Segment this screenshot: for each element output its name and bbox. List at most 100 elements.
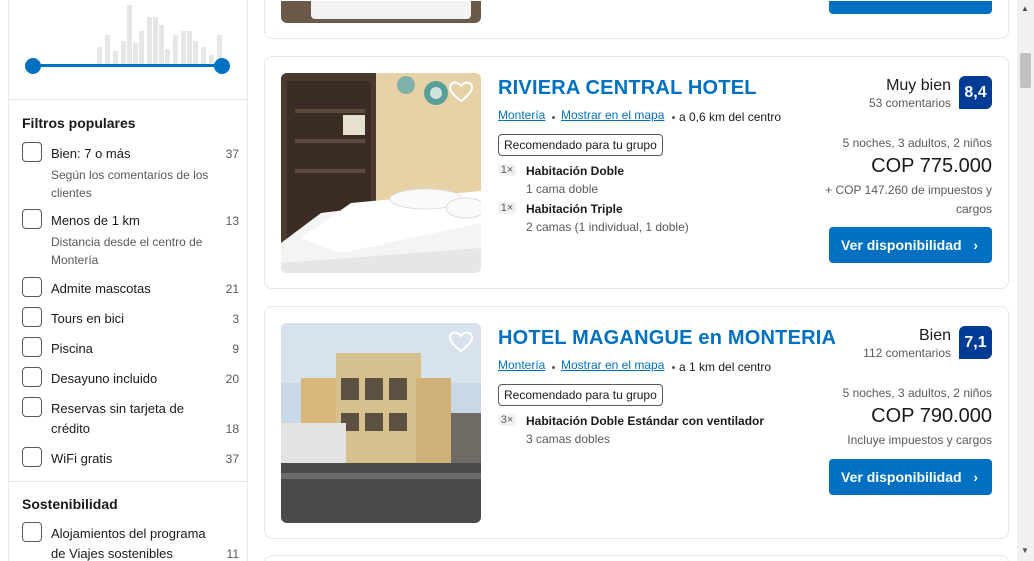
filter-label-line2: de Viajes sostenibles (51, 546, 173, 561)
review-score-word: Muy bien (886, 77, 951, 94)
filter-count: 13 (225, 214, 239, 228)
checkbox-icon[interactable] (22, 447, 42, 467)
room-beds: 3 camas dobles (526, 432, 611, 446)
checkbox-icon[interactable] (22, 307, 42, 327)
separator-dot (552, 366, 555, 369)
taxes-text: + COP 147.260 de impuestos y cargos (825, 183, 992, 216)
review-score-badge[interactable]: 8,4 (959, 76, 992, 109)
hotel-photo[interactable] (281, 323, 481, 523)
availability-button-label: Ver disponibilidad (841, 469, 962, 485)
scroll-thumb[interactable] (1020, 53, 1031, 88)
price-range-max-handle[interactable] (214, 58, 230, 74)
filter-description: Distancia desde el centro de Montería (51, 235, 203, 267)
room-quantity: 3× (498, 414, 516, 426)
room-name: Habitación Doble Estándar con ventilador (526, 414, 765, 428)
hotel-card-previous (264, 0, 1009, 39)
filter-count: 21 (225, 282, 239, 296)
show-on-map-link[interactable]: Mostrar en el mapa (561, 358, 664, 372)
hotel-photo[interactable] (281, 73, 481, 273)
availability-button[interactable] (829, 1, 992, 14)
checkbox-icon[interactable] (22, 522, 42, 542)
filter-count: 37 (225, 452, 239, 466)
hotel-card: RIVIERA CENTRAL HOTEL Montería Mostrar e… (264, 56, 1009, 289)
review-count: 112 comentarios (863, 346, 951, 360)
show-on-map-link[interactable]: Mostrar en el mapa (561, 108, 664, 122)
separator-dot (672, 366, 675, 369)
filter-less-than-1km[interactable]: Menos de 1 km Distancia desde el centro … (22, 209, 240, 267)
filter-count: 3 (232, 312, 239, 326)
hotel-name-link[interactable]: HOTEL MAGANGUE en MONTERIA (498, 327, 836, 350)
filters-sidebar: Filtros populares Bien: 7 o más Según lo… (8, 0, 248, 561)
recommended-badge: Recomendado para tu grupo (498, 384, 663, 406)
recommended-badge: Recomendado para tu grupo (498, 134, 663, 156)
filter-pets[interactable]: Admite mascotas 21 (22, 277, 240, 299)
filter-wifi[interactable]: WiFi gratis 37 (22, 447, 240, 469)
price-histogram (89, 5, 229, 65)
availability-button-label: Ver disponibilidad (841, 237, 962, 253)
filter-count: 11 (226, 547, 239, 561)
distance-text: a 0,6 km del centro (679, 110, 782, 124)
popular-filters-title: Filtros populares (22, 115, 136, 131)
sustainability-title: Sostenibilidad (22, 496, 118, 512)
price-range-min-handle[interactable] (25, 58, 41, 74)
divider (9, 99, 247, 100)
availability-button[interactable]: Ver disponibilidad › (829, 227, 992, 263)
separator-dot (552, 116, 555, 119)
heart-icon[interactable] (448, 79, 474, 105)
filter-label: Menos de 1 km (51, 213, 140, 228)
room-beds: 1 cama doble (526, 182, 599, 196)
room-quantity: 1× (498, 164, 516, 176)
review-score-badge[interactable]: 7,1 (959, 326, 992, 359)
room-name: Habitación Doble (526, 164, 625, 178)
scrollbar[interactable]: ▲ ▼ (1017, 0, 1034, 561)
filter-label: Admite mascotas (51, 281, 151, 296)
chevron-right-icon: › (973, 237, 978, 253)
room-name: Habitación Triple (526, 202, 623, 216)
chevron-right-icon: › (973, 469, 978, 485)
price: COP 775.000 (871, 155, 992, 177)
filter-count: 18 (225, 422, 239, 436)
stay-details: 5 noches, 3 adultos, 2 niños (842, 136, 992, 150)
city-link[interactable]: Montería (498, 108, 545, 122)
filter-label: Piscina (51, 341, 93, 356)
review-score-word: Bien (918, 327, 951, 344)
room-quantity: 1× (498, 202, 516, 214)
checkbox-icon[interactable] (22, 397, 42, 417)
hotel-photo[interactable] (281, 1, 481, 23)
availability-button[interactable]: Ver disponibilidad › (829, 459, 992, 495)
city-link[interactable]: Montería (498, 358, 545, 372)
filter-count: 9 (232, 342, 239, 356)
heart-icon[interactable] (448, 329, 474, 355)
checkbox-icon[interactable] (22, 209, 42, 229)
filter-label: WiFi gratis (51, 451, 113, 466)
hotel-name-link[interactable]: RIVIERA CENTRAL HOTEL (498, 77, 757, 100)
filter-no-card[interactable]: Reservas sin tarjeta de crédito 18 (22, 397, 240, 439)
filter-label: Desayuno incluido (51, 371, 158, 386)
filter-count: 20 (225, 372, 239, 386)
price: COP 790.000 (871, 405, 992, 427)
scroll-down-arrow-icon[interactable]: ▼ (1021, 546, 1029, 555)
filter-rating-7[interactable]: Bien: 7 o más Según los comentarios de l… (22, 142, 240, 200)
filter-label: Bien: 7 o más (51, 146, 131, 161)
divider (9, 481, 247, 482)
filter-label-line2: crédito (51, 421, 91, 436)
filter-label: Tours en bici (51, 311, 124, 326)
taxes-text: Incluye impuestos y cargos (847, 433, 992, 447)
review-count: 53 comentarios (868, 96, 951, 110)
filter-sustainable[interactable]: Alojamientos del programa de Viajes sost… (22, 522, 240, 561)
filter-pool[interactable]: Piscina 9 (22, 337, 240, 359)
checkbox-icon[interactable] (22, 367, 42, 387)
distance-text: a 1 km del centro (679, 360, 772, 374)
filter-breakfast[interactable]: Desayuno incluido 20 (22, 367, 240, 389)
filter-description: Según los comentarios de los clientes (51, 168, 209, 200)
checkbox-icon[interactable] (22, 142, 42, 162)
checkbox-icon[interactable] (22, 337, 42, 357)
room-beds: 2 camas (1 individual, 1 doble) (526, 220, 689, 234)
stay-details: 5 noches, 3 adultos, 2 niños (842, 386, 992, 400)
price-range-track (33, 64, 229, 67)
hotel-card: HOTEL MAGANGUE en MONTERIA Montería Most… (264, 306, 1009, 539)
separator-dot (672, 116, 675, 119)
filter-bike-tours[interactable]: Tours en bici 3 (22, 307, 240, 329)
checkbox-icon[interactable] (22, 277, 42, 297)
scroll-up-arrow-icon[interactable]: ▲ (1021, 4, 1029, 13)
